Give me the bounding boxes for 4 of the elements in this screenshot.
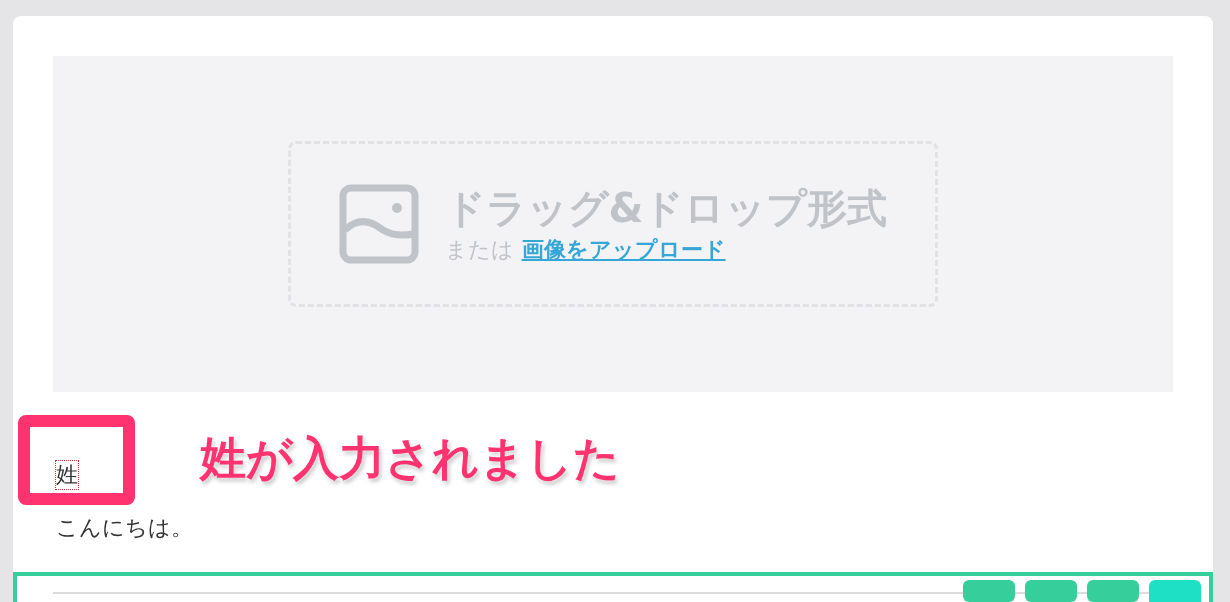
paragraph: こんにちは。 xyxy=(56,514,194,542)
upload-link[interactable]: 画像をアップロード xyxy=(521,232,726,266)
name-field[interactable]: 姓 xyxy=(56,461,78,489)
annotation-text: 姓が入力されました xyxy=(200,430,620,487)
